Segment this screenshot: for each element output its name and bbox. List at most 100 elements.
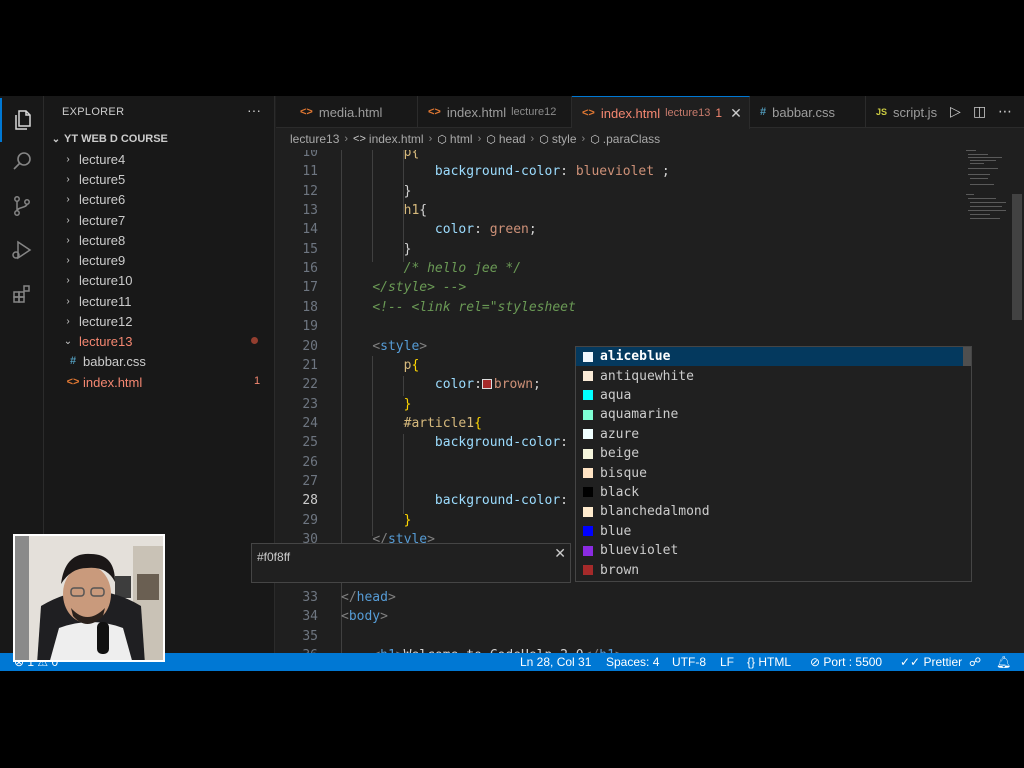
editor-tab-bar: <> media.html <> index.html lecture12 <>… [276, 96, 1024, 129]
tree-item-lecture8[interactable]: › lecture8 [44, 230, 274, 250]
color-swatch-icon [583, 506, 593, 517]
tree-item-label: lecture7 [79, 212, 126, 228]
tab-babbar-css[interactable]: # babbar.css [750, 96, 866, 128]
tab-label: index.html [446, 104, 507, 120]
line-number: 17 [302, 280, 318, 296]
run-icon[interactable]: ▷ [950, 104, 961, 120]
language-mode[interactable]: {} HTML [747, 655, 791, 669]
autocomplete-suggestions: aliceblue antiquewhite aqua aquamarine azure… [575, 346, 972, 582]
suggestion-item[interactable]: blueviolet [576, 541, 971, 560]
indentation-status[interactable]: Spaces: 4 [606, 655, 659, 669]
extensions-icon[interactable] [0, 272, 44, 316]
explorer-icon[interactable] [0, 98, 44, 142]
suggestion-item[interactable]: blue [576, 522, 971, 541]
chevron-right-icon: › [581, 133, 586, 145]
chevron-right-icon: › [66, 214, 70, 226]
breadcrumb-item[interactable]: style [552, 132, 577, 146]
line-number: 26 [302, 454, 318, 470]
code-text: #article1{ [403, 415, 482, 431]
breadcrumb-item[interactable]: .paraClass [603, 132, 660, 146]
suggestion-item[interactable]: azure [576, 425, 971, 444]
tab-index-html-lecture12[interactable]: <> index.html lecture12 [418, 96, 572, 128]
encoding-status[interactable]: UTF-8 [672, 655, 706, 669]
tree-item-lecture11[interactable]: › lecture11 [44, 291, 274, 311]
tree-item-label: babbar.css [83, 353, 146, 369]
suggestion-item[interactable]: blanchedalmond [576, 502, 971, 521]
tab-media-html[interactable]: <> media.html [290, 96, 418, 128]
tree-item-lecture9[interactable]: › lecture9 [44, 250, 274, 270]
folder-header[interactable]: ⌄ YT WEB D COURSE [48, 130, 274, 148]
notifications-bell-icon[interactable]: 🔔︎ [996, 655, 1011, 669]
webcam-video-overlay [13, 534, 165, 662]
tree-item-lecture13[interactable]: ⌄ lecture13 [44, 331, 274, 351]
breadcrumb-item[interactable]: html [450, 132, 473, 146]
html-file-icon: <> [300, 106, 313, 118]
tree-item-index-html[interactable]: <> index.html 1 [44, 372, 274, 392]
tree-item-lecture5[interactable]: › lecture5 [44, 169, 274, 189]
suggestion-item[interactable]: aquamarine [576, 405, 971, 424]
close-icon[interactable]: ✕ [554, 546, 566, 562]
suggestion-item[interactable]: beige [576, 444, 971, 463]
code-text: } [403, 512, 412, 528]
tree-item-lecture12[interactable]: › lecture12 [44, 311, 274, 331]
code-line: 36 <h1>Welcome to CodeHelp 2.0</h1> [276, 646, 964, 653]
line-number: 18 [302, 299, 318, 315]
eol-status[interactable]: LF [720, 655, 734, 669]
tree-item-label: lecture9 [79, 252, 126, 268]
vertical-scrollbar[interactable] [1011, 150, 1024, 653]
element-icon: ⬡ [539, 133, 549, 146]
code-line: 11 background-color: blueviolet ; [276, 162, 964, 181]
tree-item-lecture6[interactable]: › lecture6 [44, 189, 274, 209]
tab-script-js[interactable]: JS script.js [866, 96, 946, 128]
chevron-down-icon: ⌄ [63, 335, 73, 347]
suggestion-item[interactable]: bisque [576, 463, 971, 482]
code-line: 15 } [276, 240, 964, 259]
live-server-port[interactable]: ⊘ Port : 5500 [810, 655, 882, 669]
breadcrumb-item[interactable]: index.html [369, 132, 424, 146]
prettier-status[interactable]: ✓✓ Prettier [900, 655, 962, 669]
suggestion-label: aliceblue [600, 349, 671, 365]
suggestion-item[interactable]: antiquewhite [576, 366, 971, 385]
line-number: 35 [302, 628, 318, 644]
line-number: 29 [302, 512, 318, 528]
suggestion-label: blanchedalmond [600, 504, 710, 520]
line-number: 11 [302, 164, 318, 180]
chevron-right-icon: › [66, 295, 70, 307]
run-debug-icon[interactable] [0, 228, 44, 272]
suggestion-item[interactable]: brown [576, 560, 971, 579]
tree-item-lecture10[interactable]: › lecture10 [44, 270, 274, 290]
search-icon[interactable] [0, 140, 44, 184]
code-text: /* hello jee */ [403, 261, 522, 277]
accounts-icon[interactable]: ☍ [969, 655, 981, 669]
close-icon[interactable]: ✕ [730, 105, 742, 122]
tree-item-babbar-css[interactable]: # babbar.css [44, 351, 274, 371]
tab-label: babbar.css [772, 104, 835, 120]
chevron-right-icon: › [477, 133, 482, 145]
more-actions-button[interactable]: ··· [247, 102, 261, 118]
tab-index-html-lecture13[interactable]: <> index.html lecture13 1 ✕ [572, 96, 750, 129]
breadcrumb-item[interactable]: head [499, 132, 526, 146]
suggestion-scrollbar-thumb[interactable] [963, 347, 971, 366]
source-control-icon[interactable] [0, 184, 44, 228]
tree-item-lecture7[interactable]: › lecture7 [44, 210, 274, 230]
scrollbar-thumb[interactable] [1012, 194, 1022, 320]
suggestion-label: brown [600, 562, 640, 578]
more-icon[interactable]: ⋯ [998, 104, 1012, 120]
tab-problem-badge: 1 [715, 106, 723, 120]
suggestion-item[interactable]: aliceblue [576, 347, 971, 367]
line-number: 12 [302, 183, 318, 199]
split-editor-icon[interactable]: ◫ [973, 104, 986, 120]
line-number: 14 [302, 222, 318, 238]
line-number: 22 [302, 377, 318, 393]
suggestion-label: blueviolet [600, 543, 679, 559]
suggestion-item[interactable]: aqua [576, 386, 971, 405]
chevron-right-icon: › [428, 133, 433, 145]
html-file-icon: <> [582, 107, 595, 119]
tab-description: lecture13 [665, 107, 711, 119]
suggestion-item[interactable]: black [576, 483, 971, 502]
code-text: color: green; [434, 222, 537, 238]
breadcrumb-item[interactable]: lecture13 [290, 132, 339, 146]
color-swatch-icon [583, 429, 593, 440]
tree-item-lecture4[interactable]: › lecture4 [44, 149, 274, 169]
cursor-position[interactable]: Ln 28, Col 31 [520, 655, 591, 669]
